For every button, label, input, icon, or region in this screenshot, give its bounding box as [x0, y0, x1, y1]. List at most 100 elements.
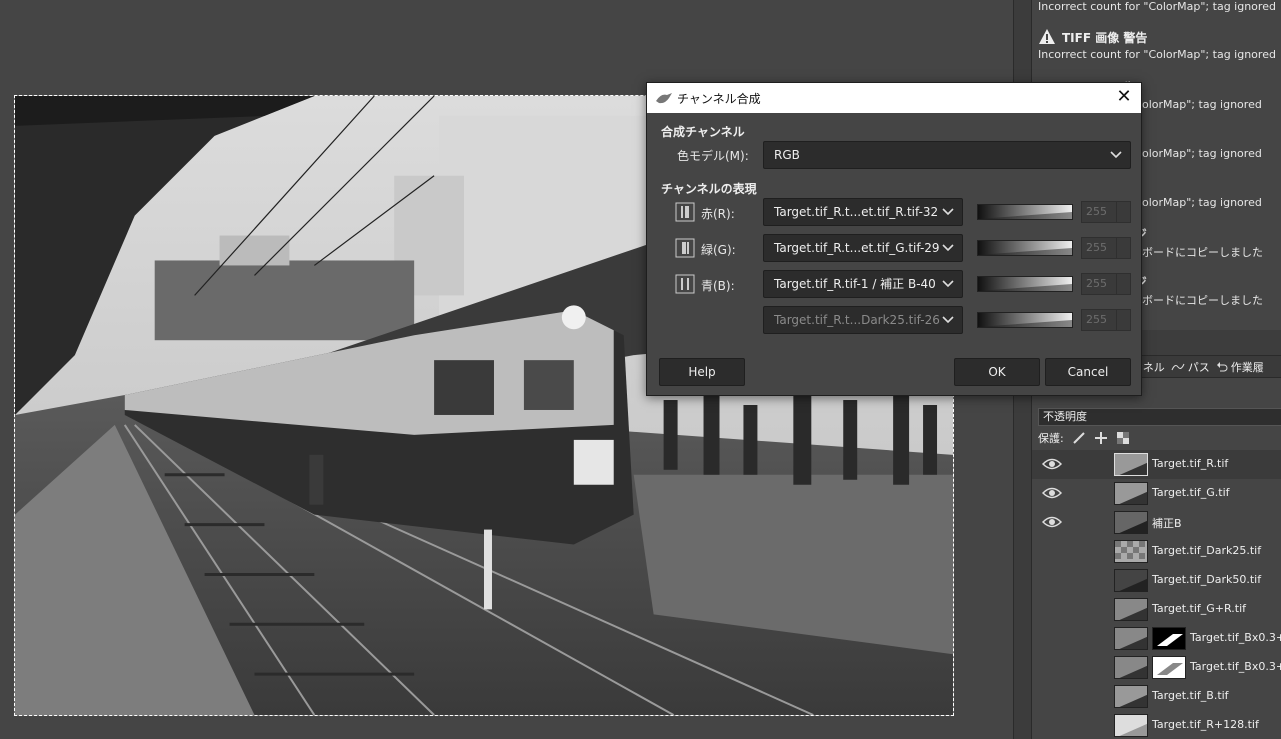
spinner-arrows[interactable]	[1116, 274, 1130, 294]
layer-row[interactable]: Target.tif_G.tif	[1032, 479, 1281, 508]
layer-thumbnail	[1114, 598, 1148, 621]
layer-row[interactable]: Target.tif_R.tif	[1032, 450, 1281, 479]
layer-row[interactable]: Target.tif_Dark25.tif	[1032, 537, 1281, 566]
color-model-label: 色モデル(M):	[677, 149, 749, 163]
layer-mode-field[interactable]: 不透明度	[1038, 408, 1281, 426]
channel-blue-source-select[interactable]: Target.tif_R.tif-1 / 補正 B-40	[763, 270, 963, 298]
spinner-arrows[interactable]	[1116, 202, 1130, 222]
color-model-value: RGB	[774, 148, 800, 162]
close-icon[interactable]: ✕	[1113, 87, 1135, 109]
undo-icon	[1216, 361, 1228, 371]
layer-row[interactable]: Target.tif_Bx0.3+(	[1032, 653, 1281, 682]
section-channels-title: チャンネルの表現	[661, 182, 757, 196]
channel-red-icon	[675, 202, 695, 222]
channel-blue-value-spinner[interactable]: 255	[1081, 273, 1131, 295]
layer-thumbnail	[1114, 569, 1148, 592]
tab-undo-history[interactable]: 作業履	[1216, 359, 1264, 375]
layer-name: Target.tif_G.tif	[1152, 486, 1230, 499]
layer-thumbnail	[1114, 685, 1148, 708]
channel-green-value-spinner[interactable]: 255	[1081, 237, 1131, 259]
layer-name: Target.tif_Bx0.3+(	[1190, 660, 1281, 673]
layer-name: Target.tif_Dark25.tif	[1152, 544, 1262, 557]
layer-thumbnail	[1114, 656, 1148, 679]
message-body: Incorrect count for "ColorMap"; tag igno…	[1038, 0, 1276, 13]
spinner-arrows[interactable]	[1116, 238, 1130, 258]
channel-green-label: 緑(G):	[701, 243, 736, 257]
warning-icon	[1039, 29, 1055, 44]
channel-alpha-ramp	[977, 312, 1073, 328]
lock-pixels-icon[interactable]	[1072, 431, 1086, 445]
channel-red-ramp	[977, 204, 1073, 220]
channel-blue-icon	[675, 274, 695, 294]
channel-blue-label: 青(B):	[701, 279, 735, 293]
channel-blue-value: 255	[1086, 277, 1107, 290]
eye-icon[interactable]	[1042, 486, 1062, 500]
tab-paths[interactable]: パス	[1171, 359, 1210, 375]
cancel-button[interactable]: Cancel	[1045, 358, 1131, 386]
layer-row[interactable]: Target.tif_G+R.tif	[1032, 595, 1281, 624]
channel-red-label: 赤(R):	[701, 207, 735, 221]
paths-icon	[1171, 363, 1185, 370]
spinner-arrows[interactable]	[1116, 310, 1130, 330]
layer-thumbnail	[1114, 453, 1148, 476]
channel-green-icon	[675, 238, 695, 258]
layer-thumbnail	[1114, 627, 1148, 650]
console-message: Incorrect count for "ColorMap"; tag igno…	[1038, 0, 1278, 13]
message-body: Incorrect count for "ColorMap"; tag igno…	[1038, 48, 1276, 61]
channel-red-value: 255	[1086, 205, 1107, 218]
channel-red-source-select[interactable]: Target.tif_R.t...et.tif_R.tif-32	[763, 198, 963, 226]
layer-name: Target.tif_R.tif	[1152, 457, 1229, 470]
layer-name: Target.tif_G+R.tif	[1152, 602, 1246, 615]
layer-name: Target.tif_R+128.tif	[1152, 718, 1259, 731]
channel-alpha-value: 255	[1086, 313, 1107, 326]
layer-thumbnail	[1114, 482, 1148, 505]
layer-thumbnail	[1114, 511, 1148, 534]
section-compose-title: 合成チャンネル	[661, 125, 745, 139]
help-button[interactable]: Help	[659, 358, 745, 386]
layer-row[interactable]: Target.tif_B.tif	[1032, 682, 1281, 711]
layer-mask-thumbnail	[1152, 627, 1186, 650]
channel-green-source: Target.tif_R.t...et.tif_G.tif-29	[774, 241, 940, 255]
layer-row[interactable]: Target.tif_Bx0.3+(	[1032, 624, 1281, 653]
channel-alpha-source: Target.tif_R.t...Dark25.tif-26	[774, 313, 940, 327]
channel-compose-dialog: チャンネル合成 ✕ 合成チャンネル 色モデル(M): RGB チャンネルの表現 …	[646, 82, 1142, 396]
tab-history-label: 作業履	[1230, 360, 1264, 374]
dialog-title: チャンネル合成	[677, 92, 761, 106]
layer-row[interactable]: Target.tif_Dark50.tif	[1032, 566, 1281, 595]
eye-icon[interactable]	[1042, 457, 1062, 471]
layer-name: 補正B	[1152, 517, 1182, 530]
channel-red-source: Target.tif_R.t...et.tif_R.tif-32	[774, 205, 939, 219]
channel-green-value: 255	[1086, 241, 1107, 254]
dialog-titlebar[interactable]: チャンネル合成 ✕	[647, 83, 1141, 113]
color-model-select[interactable]: RGB	[763, 141, 1131, 169]
chevron-down-icon	[942, 316, 954, 324]
gimp-window: Incorrect count for "ColorMap"; tag igno…	[0, 0, 1281, 739]
lock-alpha-icon[interactable]	[1116, 431, 1130, 445]
lock-label: 保護:	[1038, 432, 1064, 445]
channel-red-value-spinner[interactable]: 255	[1081, 201, 1131, 223]
layer-name: Target.tif_B.tif	[1152, 689, 1229, 702]
layer-name: Target.tif_Dark50.tif	[1152, 573, 1262, 586]
chevron-down-icon	[942, 280, 954, 288]
console-message: TIFF 画像 警告 Incorrect count for "ColorMap…	[1038, 26, 1278, 61]
layer-list[interactable]: Target.tif_R.tif Target.tif_G.tif 補正B Ta…	[1032, 450, 1281, 739]
channel-alpha-value-spinner[interactable]: 255	[1081, 309, 1131, 331]
channel-alpha-source-select[interactable]: Target.tif_R.t...Dark25.tif-26	[763, 306, 963, 334]
eye-icon[interactable]	[1042, 515, 1062, 529]
channel-green-ramp	[977, 240, 1073, 256]
gimp-wilber-icon	[656, 93, 672, 104]
ok-button[interactable]: OK	[954, 358, 1040, 386]
lock-row: 保護:	[1038, 428, 1281, 448]
layer-name: Target.tif_Bx0.3+(	[1190, 631, 1281, 644]
layer-row[interactable]: Target.tif_R+128.tif	[1032, 711, 1281, 739]
layer-thumbnail	[1114, 540, 1148, 563]
chevron-down-icon	[942, 244, 954, 252]
message-title: TIFF 画像 警告	[1062, 30, 1148, 45]
layer-row[interactable]: 補正B	[1032, 508, 1281, 537]
chevron-down-icon	[942, 208, 954, 216]
channel-green-source-select[interactable]: Target.tif_R.t...et.tif_G.tif-29	[763, 234, 963, 262]
layer-mask-thumbnail	[1152, 656, 1186, 679]
channel-blue-source: Target.tif_R.tif-1 / 補正 B-40	[774, 277, 936, 291]
lock-position-icon[interactable]	[1094, 431, 1108, 445]
chevron-down-icon	[1110, 151, 1122, 159]
